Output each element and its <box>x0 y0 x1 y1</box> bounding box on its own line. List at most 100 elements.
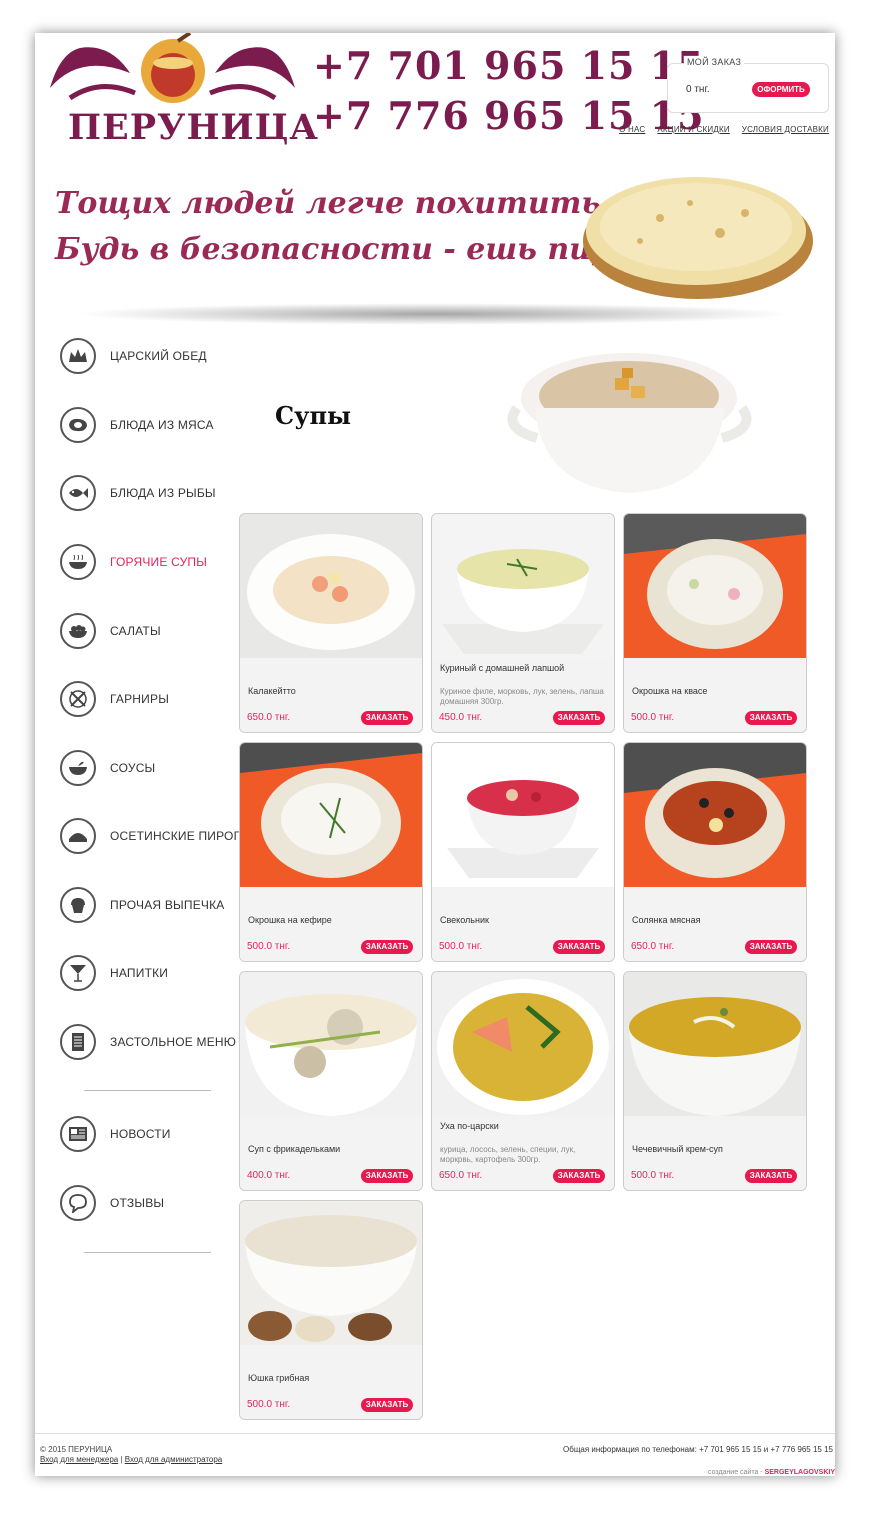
product-card[interactable]: Уха по-царски курица, лосось, зелень, сп… <box>431 971 615 1191</box>
sidebar-item-soups[interactable]: ГОРЯЧИЕ СУПЫ <box>60 544 207 580</box>
product-name: Окрошка на квасе <box>632 686 708 696</box>
product-name: Чечевичный крем-суп <box>632 1144 723 1154</box>
product-card[interactable]: Окрошка на кефире 500.0 тнг. ЗАКАЗАТЬ <box>239 742 423 962</box>
product-name: Уха по-царски <box>440 1121 499 1131</box>
product-price: 500.0 тнг. <box>631 712 675 723</box>
sidebar-item-fish[interactable]: БЛЮДА ИЗ РЫБЫ <box>60 475 216 511</box>
sidebar-item-label: БЛЮДА ИЗ МЯСА <box>110 418 214 432</box>
sidebar-item-drinks[interactable]: НАПИТКИ <box>60 955 168 991</box>
product-name: Куриный с домашней лапшой <box>440 663 565 673</box>
product-card[interactable]: Калакейтто 650.0 тнг. ЗАКАЗАТЬ <box>239 513 423 733</box>
sidebar-item-label: ЗАСТОЛЬНОЕ МЕНЮ <box>110 1035 237 1049</box>
sidebar-item-label: БЛЮДА ИЗ РЫБЫ <box>110 486 216 500</box>
product-name: Свекольник <box>440 915 489 925</box>
order-button[interactable]: ЗАКАЗАТЬ <box>745 940 797 954</box>
sidebar-item-news[interactable]: НОВОСТИ <box>60 1116 171 1152</box>
sidebar-item-label: ПРОЧАЯ ВЫПЕЧКА <box>110 898 225 912</box>
product-card[interactable]: Суп с фрикадельками 400.0 тнг. ЗАКАЗАТЬ <box>239 971 423 1191</box>
order-button[interactable]: ЗАКАЗАТЬ <box>553 1169 605 1183</box>
product-image <box>240 1201 422 1345</box>
nav-delivery[interactable]: УСЛОВИЯ ДОСТАВКИ <box>742 125 829 134</box>
order-button[interactable]: ЗАКАЗАТЬ <box>361 711 413 725</box>
product-card[interactable]: Куриный с домашней лапшой Куриное филе, … <box>431 513 615 733</box>
product-image <box>240 514 422 658</box>
product-card[interactable]: Окрошка на квасе 500.0 тнг. ЗАКАЗАТЬ <box>623 513 807 733</box>
order-box: МОЙ ЗАКАЗ 0 тнг. ОФОРМИТЬ <box>667 57 829 113</box>
checkout-button[interactable]: ОФОРМИТЬ <box>752 82 810 97</box>
site-credit[interactable]: создание сайта - SERGEYLAGOVSKIY <box>708 1469 835 1476</box>
product-price: 500.0 тнг. <box>631 1170 675 1181</box>
newspaper-icon <box>60 1116 96 1152</box>
product-image <box>432 743 614 887</box>
order-button[interactable]: ЗАКАЗАТЬ <box>745 1169 797 1183</box>
credit-prefix: создание сайта - <box>708 1469 763 1476</box>
product-card[interactable]: Свекольник 500.0 тнг. ЗАКАЗАТЬ <box>431 742 615 962</box>
order-button[interactable]: ЗАКАЗАТЬ <box>553 711 605 725</box>
product-price: 650.0 тнг. <box>439 1170 483 1181</box>
product-name: Солянка мясная <box>632 915 701 925</box>
product-description: Куриное филе, морковь, лук, зелень, лапш… <box>440 687 604 706</box>
sauce-icon <box>60 750 96 786</box>
sidebar-item-label: ОТЗЫВЫ <box>110 1196 165 1210</box>
product-name: Суп с фрикадельками <box>248 1144 341 1154</box>
product-image <box>432 972 614 1116</box>
order-button[interactable]: ЗАКАЗАТЬ <box>361 1398 413 1412</box>
pie-icon <box>60 818 96 854</box>
sidebar-item-pastry[interactable]: ПРОЧАЯ ВЫПЕЧКА <box>60 887 225 923</box>
manager-login-link[interactable]: Вход для менеджера <box>40 1455 118 1464</box>
sidebar-item-label: НАПИТКИ <box>110 966 169 980</box>
product-name: Юшка грибная <box>248 1373 310 1383</box>
sidebar-item-banquet-menu[interactable]: ЗАСТОЛЬНОЕ МЕНЮ <box>60 1024 236 1060</box>
nav-about[interactable]: О НАС <box>619 125 645 134</box>
product-price: 400.0 тнг. <box>247 1170 291 1181</box>
sidebar-item-reviews[interactable]: ОТЗЫВЫ <box>60 1185 164 1221</box>
order-button[interactable]: ЗАКАЗАТЬ <box>745 711 797 725</box>
top-nav: О НАС АКЦИИ И СКИДКИ УСЛОВИЯ ДОСТАВКИ <box>619 125 829 134</box>
cutlery-icon <box>60 681 96 717</box>
product-image <box>624 972 806 1116</box>
product-card[interactable]: Солянка мясная 650.0 тнг. ЗАКАЗАТЬ <box>623 742 807 962</box>
fish-icon <box>60 475 96 511</box>
brand-name: ПЕРУНИЦА <box>68 107 319 148</box>
sidebar-item-label: ГОРЯЧИЕ СУПЫ <box>110 555 208 569</box>
logo[interactable]: ПЕРУНИЦА <box>40 31 318 153</box>
order-title: МОЙ ЗАКАЗ <box>684 57 745 67</box>
order-button[interactable]: ЗАКАЗАТЬ <box>361 940 413 954</box>
product-name: Окрошка на кефире <box>248 915 332 925</box>
menu-icon <box>60 1024 96 1060</box>
sidebar-item-salads[interactable]: САЛАТЫ <box>60 613 161 649</box>
cocktail-icon <box>60 955 96 991</box>
product-image <box>432 514 614 658</box>
order-button[interactable]: ЗАКАЗАТЬ <box>361 1169 413 1183</box>
footer-links: Вход для менеджера | Вход для администра… <box>40 1455 222 1464</box>
sidebar-item-tsarsky-obed[interactable]: ЦАРСКИЙ ОБЕД <box>60 338 207 374</box>
order-sum: 0 тнг. <box>686 84 710 95</box>
sidebar-item-meat[interactable]: БЛЮДА ИЗ МЯСА <box>60 407 214 443</box>
product-image <box>240 972 422 1116</box>
phone-1[interactable]: +7 701 965 15 15 <box>313 41 705 91</box>
soup-bowl-image <box>507 353 752 493</box>
product-image <box>624 743 806 887</box>
sidebar-item-label: СОУСЫ <box>110 761 156 775</box>
page: ПЕРУНИЦА +7 701 965 15 15 +7 776 965 15 … <box>35 31 835 1476</box>
sidebar-item-garnishes[interactable]: ГАРНИРЫ <box>60 681 169 717</box>
product-price: 500.0 тнг. <box>247 941 291 952</box>
credit-author: SERGEYLAGOVSKIY <box>764 1469 835 1476</box>
sidebar-item-sauces[interactable]: СОУСЫ <box>60 750 155 786</box>
product-description: курица, лосось, зелень, специи, лук, мор… <box>440 1145 576 1164</box>
footer-divider <box>35 1433 835 1434</box>
order-button[interactable]: ЗАКАЗАТЬ <box>553 940 605 954</box>
product-price: 500.0 тнг. <box>439 941 483 952</box>
page-title: Супы <box>275 401 352 430</box>
product-price: 650.0 тнг. <box>631 941 675 952</box>
product-image <box>624 514 806 658</box>
nav-promotions[interactable]: АКЦИИ И СКИДКИ <box>657 125 729 134</box>
promo-banner: Тощих людей легче похитить... Будь в без… <box>35 163 835 308</box>
cupcake-icon <box>60 887 96 923</box>
sidebar-item-ossetian-pies[interactable]: ОСЕТИНСКИЕ ПИРОГИ <box>60 818 249 854</box>
product-card[interactable]: Чечевичный крем-суп 500.0 тнг. ЗАКАЗАТЬ <box>623 971 807 1191</box>
product-card[interactable]: Юшка грибная 500.0 тнг. ЗАКАЗАТЬ <box>239 1200 423 1420</box>
speech-bubble-icon <box>60 1185 96 1221</box>
meat-icon <box>60 407 96 443</box>
admin-login-link[interactable]: Вход для администратора <box>125 1455 223 1464</box>
